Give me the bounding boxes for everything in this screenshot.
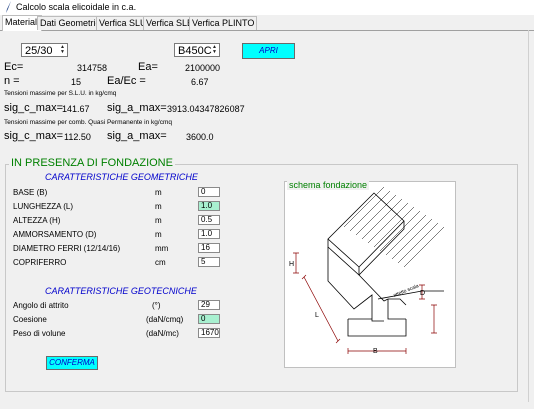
ammorsamento-label: AMMORSAMENTO (D) [13,230,97,239]
copriferro-input[interactable]: 5 [198,257,220,267]
spinner-arrows-icon[interactable]: ▲ ▼ [59,45,66,55]
ec-value: 314758 [77,63,108,73]
altezza-unit: m [155,216,162,225]
eaec-label: Ea/Ec = [107,75,146,87]
qp-title: Tensioni massime per comb. Quasi Permane… [4,119,172,126]
tab-bar: Materiali Dati Geometrici Verfica SLU Ve… [0,15,534,31]
ea-value: 2100000 [185,63,221,73]
angolo-attrito-unit: (°) [152,301,161,310]
altezza-label: ALTEZZA (H) [13,216,61,225]
ec-label: Ec= [4,61,24,73]
geotechnical-characteristics-header: CARATTERISTICHE GEOTECNICHE [45,286,197,296]
coesione-input[interactable]: 0 [198,314,220,324]
title-bar: Calcolo scala elicoidale in c.a. [0,0,534,15]
eaec-value: 6.67 [191,77,209,87]
window-title: Calcolo scala elicoidale in c.a. [16,2,137,12]
slu-sigc-value: 141.67 [62,104,90,114]
lunghezza-label: LUNGHEZZA (L) [13,202,74,211]
ammorsamento-input[interactable]: 1.0 [198,229,220,239]
coesione-label: Coesione [13,315,47,324]
qp-sigc-value: 112.50 [64,132,91,142]
dimension-d-label: D [420,290,425,297]
coesione-unit: (daN/cmq) [146,315,184,324]
conferma-button[interactable]: CONFERMA [46,356,98,370]
foundation-group-title: IN PRESENZA DI FONDAZIONE [9,157,175,169]
stair-slab-shape [327,192,405,322]
base-unit: m [155,188,162,197]
steel-class-value: B450C [178,45,212,57]
peso-volume-input[interactable]: 1670 [198,328,220,338]
angolo-attrito-input[interactable]: 29 [198,300,220,310]
slu-sigc-label: sig_c_max= [4,102,64,114]
tab-verfica-plinto[interactable]: Verfica PLINTO [189,16,258,30]
concrete-class-spinner[interactable]: 25/30 ▲ ▼ [21,43,68,57]
ea-label: Ea= [138,61,158,73]
app-feather-icon [5,1,13,15]
qp-sigc-label: sig_c_max= [4,130,64,142]
lunghezza-unit: m [155,202,162,211]
peso-volume-label: Peso di volune [13,329,66,338]
lunghezza-input[interactable]: 1.0 [198,201,220,211]
n-label: n = [4,75,20,87]
concrete-class-value: 25/30 [25,45,53,57]
base-input[interactable]: 0 [198,187,220,197]
steel-class-spinner[interactable]: B450C ▲ ▼ [174,43,220,57]
hatch-lines [343,186,445,268]
plinth-shape [347,298,407,337]
spinner-arrows-icon[interactable]: ▲ ▼ [211,45,218,55]
diametro-ferri-input[interactable]: 16 [198,243,220,253]
dimension-l-label: L [315,312,319,319]
slu-siga-label: sig_a_max= [107,102,167,114]
diametro-ferri-label: DIAMETRO FERRI (12/14/16) [13,244,121,253]
slu-siga-value: 3913.04347826087 [167,104,245,114]
right-scrollbar[interactable] [528,30,532,402]
angolo-attrito-label: Angolo di attrito [13,301,69,310]
base-label: BASE (B) [13,188,48,197]
geometric-characteristics-header: CARATTERISTICHE GEOMETRICHE [45,172,198,182]
tab-dati-geometrici[interactable]: Dati Geometrici [37,16,106,30]
copriferro-label: COPRIFERRO [13,258,67,267]
slu-title: Tensioni massime per S.L.U. in kg/cmq [4,90,117,97]
altezza-input[interactable]: 0.5 [198,215,220,225]
ammorsamento-unit: m [155,230,162,239]
dimension-b-label: B [373,348,378,355]
n-value: 15 [71,77,82,87]
qp-siga-value: 3600.0 [186,132,214,142]
apri-button[interactable]: APRI [242,43,295,59]
dimension-lines [293,252,437,354]
dimension-h-label: H [289,261,294,268]
stair-edge-label: attetto scala [393,283,420,299]
diametro-ferri-unit: mm [155,244,169,253]
tab-verfica-slu[interactable]: Verfica SLU [96,16,150,30]
foundation-diagram: H L B D attetto scala [289,186,445,355]
peso-volume-unit: (daN/mc) [146,329,179,338]
copriferro-unit: cm [155,258,166,267]
tab-materiali[interactable]: Materiali [2,15,43,31]
qp-siga-label: sig_a_max= [107,130,167,142]
